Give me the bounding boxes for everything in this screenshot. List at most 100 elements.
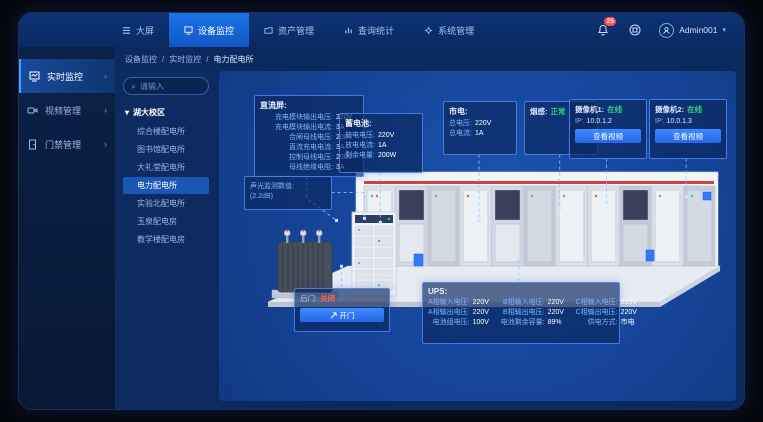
metric-label: 声光监测数值: <box>250 182 294 192</box>
notification-badge: 25 <box>604 17 616 26</box>
settings-icon <box>424 26 433 35</box>
tree-item[interactable]: 大礼堂配电所 <box>123 159 209 176</box>
door-label: 后门: <box>300 293 317 304</box>
ip-value: 10.0.1.2 <box>587 118 612 125</box>
metric-label: 合闸母线电压: <box>289 133 333 143</box>
ip-label: IP: <box>575 118 584 125</box>
chevron-right-icon: › <box>104 71 107 81</box>
tree-root-node[interactable]: ▾ 湖大校区 <box>125 107 209 118</box>
camera2-panel: 摄像机2: 在线 IP: 10.0.1.3 查看视频 <box>649 99 727 159</box>
view-video-button[interactable]: 查看视频 <box>655 129 721 143</box>
tree-item[interactable]: 综合楼配电所 <box>123 123 209 140</box>
breadcrumb-separator: / <box>206 55 208 64</box>
username: Admin001 <box>679 25 717 35</box>
fullscreen-icon <box>629 24 641 36</box>
panel-title: 蓄电池: <box>345 118 417 129</box>
tab-asset-management[interactable]: 资产管理 <box>249 13 329 47</box>
door-control-panel: 后门: 关闭 开门 <box>294 288 390 332</box>
metric-label: C相输入电压: <box>576 298 618 308</box>
metric-label: 电池剩余容量: <box>501 318 545 328</box>
tab-query-statistics[interactable]: 查询统计 <box>329 13 409 47</box>
breadcrumb-item[interactable]: 实时监控 <box>169 54 201 65</box>
tree-item[interactable]: 教学楼配电房 <box>123 231 209 248</box>
ip-value: 10.0.1.3 <box>667 118 692 125</box>
notifications-button[interactable]: 25 <box>595 22 611 38</box>
sensor-status: 正常 <box>551 106 566 117</box>
fullscreen-button[interactable] <box>627 22 643 38</box>
station-tree-panel: ⌕ ▾ 湖大校区 综合楼配电所 图书馆配电所 大礼堂配电所 电力配电所 实验北配… <box>115 71 215 409</box>
video-camera-icon <box>27 105 38 116</box>
metric-label: A相输出电压: <box>428 308 470 318</box>
sidebar-item-label: 实时监控 <box>47 70 83 83</box>
metric-label: 直流充电电流: <box>289 143 333 153</box>
stats-icon <box>344 26 353 35</box>
camera-status: 在线 <box>607 104 622 115</box>
tab-label: 设备监控 <box>198 24 234 37</box>
tree-item[interactable]: 图书馆配电所 <box>123 141 209 158</box>
sidebar-item-realtime-monitoring[interactable]: 实时监控 › <box>19 59 115 93</box>
metric-label: 充电模块输出电压: <box>275 113 333 123</box>
mains-power-panel: 市电: 总电压:220V 总电流:1A <box>443 101 517 155</box>
tree-item[interactable]: 实验北配电所 <box>123 195 209 212</box>
camera-label: 摄像机2: <box>655 104 684 115</box>
breadcrumb: 设备监控 / 实时监控 / 电力配电所 <box>115 47 744 71</box>
metric-label: 总电流: <box>449 129 472 139</box>
battery-panel: 蓄电池: 放电电压:220V 放电电流:1A 剩余电量:200W <box>339 113 423 173</box>
door-icon <box>27 139 38 150</box>
caret-down-icon: ▾ <box>125 108 129 117</box>
search-icon: ⌕ <box>131 81 136 92</box>
metric-label: 控制母线电压: <box>289 153 333 163</box>
metric-value: 220V <box>473 298 495 308</box>
app-window: 大屏 设备监控 资产管理 查询统计 系统管理 25 <box>18 12 745 410</box>
metric-label: C相输出电压: <box>576 308 618 318</box>
tab-label: 大屏 <box>136 24 154 37</box>
avatar <box>659 23 674 38</box>
metric-value: 220V <box>548 298 570 308</box>
panel-title: UPS: <box>428 287 614 296</box>
tree-item-selected[interactable]: 电力配电所 <box>123 177 209 194</box>
sidebar-item-video-management[interactable]: 视频管理 › <box>19 93 115 127</box>
user-menu[interactable]: Admin001 ▾ <box>659 23 726 38</box>
metric-label: 剩余电量: <box>345 151 375 161</box>
tab-label: 查询统计 <box>358 24 394 37</box>
noise-monitor-panel: 声光监测数值: (2.2dB) <box>244 176 332 210</box>
metric-label: B相输入电压: <box>503 298 545 308</box>
metric-value: (2.2dB) <box>250 192 273 202</box>
view-video-button[interactable]: 查看视频 <box>575 129 641 143</box>
metric-label: 放电电压: <box>345 131 375 141</box>
breadcrumb-item-current: 电力配电所 <box>213 54 253 65</box>
tab-label: 资产管理 <box>278 24 314 37</box>
top-nav-bar: 大屏 设备监控 资产管理 查询统计 系统管理 25 <box>19 13 744 47</box>
metric-value: 1A <box>475 129 497 139</box>
user-icon <box>662 26 671 35</box>
metric-value: 1A <box>378 141 400 151</box>
sidebar-item-access-control[interactable]: 门禁管理 › <box>19 127 115 161</box>
breadcrumb-item[interactable]: 设备监控 <box>125 54 157 65</box>
sidebar: 实时监控 › 视频管理 › 门禁管理 › <box>19 47 115 409</box>
monitor-icon <box>184 26 193 35</box>
tab-system-management[interactable]: 系统管理 <box>409 13 489 47</box>
door-status: 关闭 <box>320 293 335 304</box>
tab-dashboard[interactable]: 大屏 <box>107 13 169 47</box>
menu-icon <box>122 26 131 35</box>
open-door-button[interactable]: 开门 <box>300 308 384 322</box>
chevron-right-icon: › <box>104 139 107 149</box>
camera1-panel: 摄像机1: 在线 IP: 10.0.1.2 查看视频 <box>569 99 647 159</box>
metric-label: 充电模块输出电流: <box>275 123 333 133</box>
metric-label: 总电压: <box>449 119 472 129</box>
metric-label: 放电电流: <box>345 141 375 151</box>
metric-label: B相输出电压: <box>503 308 545 318</box>
chevron-down-icon: ▾ <box>722 26 726 34</box>
ups-panel: UPS: A相输入电压:220V B相输入电压:220V C相输入电压:220V… <box>422 282 620 344</box>
metric-value: 220V <box>475 119 497 129</box>
panel-title: 市电: <box>449 106 511 117</box>
metric-label: A相输入电压: <box>428 298 470 308</box>
metric-value: 200W <box>378 151 400 161</box>
tab-device-monitoring[interactable]: 设备监控 <box>169 13 249 47</box>
ip-label: IP: <box>655 118 664 125</box>
sidebar-item-label: 门禁管理 <box>45 138 81 151</box>
battery-rack-graphic <box>352 212 396 296</box>
search-input[interactable] <box>140 82 201 91</box>
tree-item[interactable]: 玉泉配电房 <box>123 213 209 230</box>
metric-value: 市电 <box>621 318 643 328</box>
